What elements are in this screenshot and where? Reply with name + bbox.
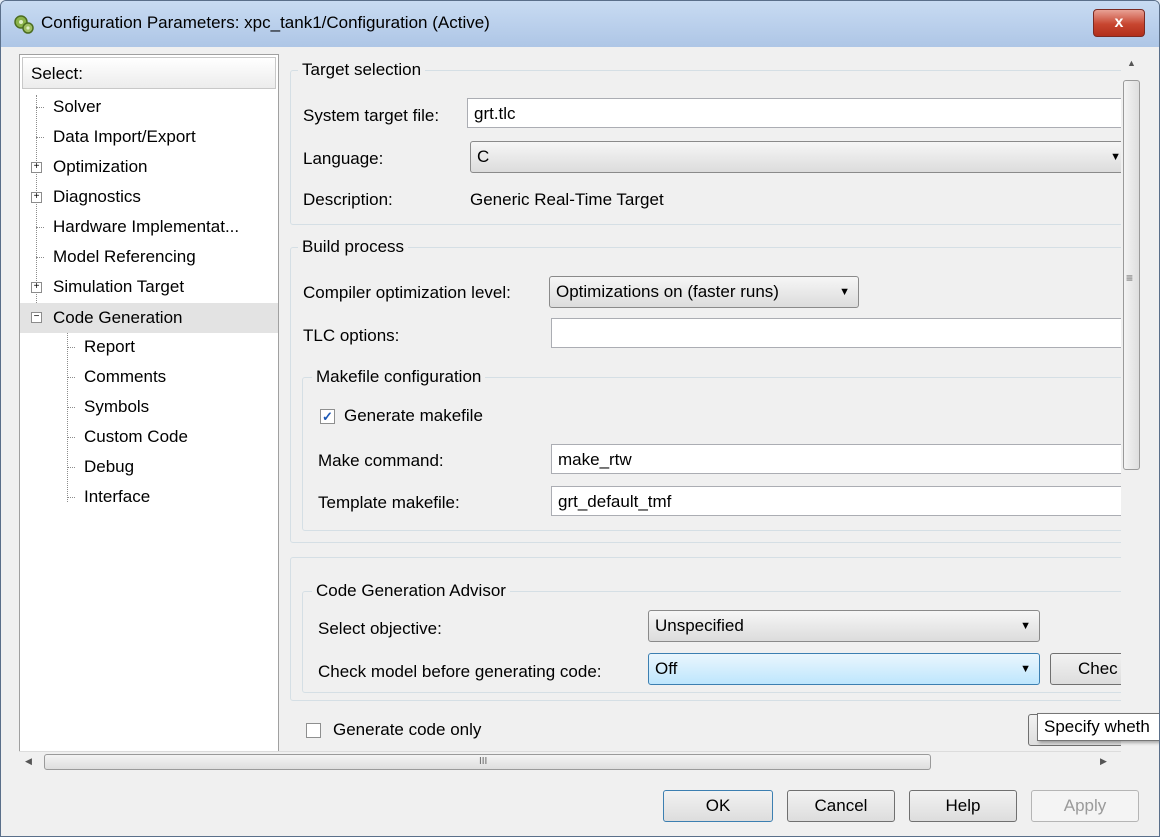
- tree-item-interface[interactable]: Interface: [84, 485, 150, 509]
- select-objective-value: Unspecified: [655, 616, 744, 635]
- target-selection-title: Target selection: [298, 60, 426, 80]
- generate-code-only-checkbox[interactable]: [306, 723, 321, 738]
- title-bar: Configuration Parameters: xpc_tank1/Conf…: [1, 1, 1159, 47]
- build-process-title: Build process: [298, 237, 409, 257]
- tree-item-model-referencing[interactable]: Model Referencing: [53, 245, 196, 269]
- tree-item-custom-code[interactable]: Custom Code: [84, 425, 188, 449]
- check-model-label: Check model before generating code:: [318, 662, 602, 681]
- tree-item-report[interactable]: Report: [84, 335, 135, 359]
- category-tree: Select: Solver Data Import/Export + Opti…: [19, 54, 279, 752]
- tree-connector: [67, 377, 75, 378]
- description-label: Description:: [303, 190, 393, 209]
- window-title: Configuration Parameters: xpc_tank1/Conf…: [41, 13, 490, 32]
- template-makefile-input[interactable]: grt_default_tmf: [551, 486, 1121, 516]
- horizontal-scrollbar[interactable]: ◀ III ▶: [19, 751, 1121, 772]
- language-dropdown[interactable]: C ▼: [470, 141, 1121, 173]
- tlc-options-input[interactable]: [551, 318, 1121, 348]
- tree-header: Select:: [22, 57, 276, 89]
- make-command-input[interactable]: make_rtw: [551, 444, 1121, 474]
- chevron-down-icon: ▼: [1110, 151, 1121, 163]
- tooltip: Specify wheth: [1037, 713, 1159, 741]
- cancel-button[interactable]: Cancel: [787, 790, 895, 822]
- tree-item-optimization[interactable]: Optimization: [53, 155, 147, 179]
- apply-button[interactable]: Apply: [1031, 790, 1139, 822]
- tree-item-data-import-export[interactable]: Data Import/Export: [53, 125, 196, 149]
- chevron-down-icon: ▼: [839, 286, 850, 298]
- generate-makefile-label: Generate makefile: [344, 406, 483, 425]
- vertical-scroll-thumb[interactable]: ≡: [1123, 80, 1140, 470]
- tree-connector: [36, 107, 44, 108]
- scroll-left-icon[interactable]: ◀: [25, 756, 32, 767]
- scroll-grip-icon: III: [479, 756, 488, 767]
- check-model-value: Off: [655, 659, 678, 678]
- compiler-optimization-label: Compiler optimization level:: [303, 283, 511, 302]
- description-value: Generic Real-Time Target: [470, 190, 664, 209]
- generate-code-only-label: Generate code only: [333, 720, 482, 739]
- make-command-label: Make command:: [318, 451, 444, 470]
- check-model-button[interactable]: Chec: [1050, 653, 1121, 685]
- language-value: C: [477, 147, 490, 166]
- tlc-options-label: TLC options:: [303, 326, 400, 345]
- tree-connector: [36, 227, 44, 228]
- system-target-file-input[interactable]: grt.tlc: [467, 98, 1121, 128]
- tree-item-diagnostics[interactable]: Diagnostics: [53, 185, 141, 209]
- tree-item-solver[interactable]: Solver: [53, 95, 101, 119]
- tree-item-hardware-implementation[interactable]: Hardware Implementat...: [53, 215, 239, 239]
- tree-connector: [67, 347, 75, 348]
- tree-item-symbols[interactable]: Symbols: [84, 395, 149, 419]
- tree-item-debug[interactable]: Debug: [84, 455, 134, 479]
- scroll-grip-icon: ≡: [1126, 271, 1134, 285]
- language-label: Language:: [303, 149, 384, 168]
- system-target-file-label: System target file:: [303, 106, 440, 125]
- dialog-window: Configuration Parameters: xpc_tank1/Conf…: [0, 0, 1160, 837]
- horizontal-scroll-thumb[interactable]: III: [44, 754, 931, 770]
- select-objective-dropdown[interactable]: Unspecified ▼: [648, 610, 1040, 642]
- check-model-dropdown[interactable]: Off ▼: [648, 653, 1040, 685]
- tree-connector: [67, 327, 68, 502]
- ok-button[interactable]: OK: [663, 790, 773, 822]
- vertical-scrollbar[interactable]: ▲ ≡: [1122, 54, 1141, 751]
- tree-item-comments[interactable]: Comments: [84, 365, 166, 389]
- scroll-up-icon[interactable]: ▲: [1127, 58, 1136, 68]
- collapse-icon[interactable]: −: [31, 312, 42, 323]
- settings-panel: Target selection System target file: grt…: [282, 54, 1121, 751]
- code-generation-advisor-title: Code Generation Advisor: [312, 581, 510, 601]
- tree-connector: [67, 407, 75, 408]
- tree-connector: [67, 437, 75, 438]
- help-button[interactable]: Help: [909, 790, 1017, 822]
- generate-makefile-checkbox[interactable]: ✓: [320, 409, 335, 424]
- chevron-down-icon: ▼: [1020, 620, 1031, 632]
- gears-icon: [14, 15, 34, 34]
- select-objective-label: Select objective:: [318, 619, 442, 638]
- expand-icon[interactable]: +: [31, 282, 42, 293]
- tree-connector: [36, 137, 44, 138]
- chevron-down-icon: ▼: [1020, 663, 1031, 675]
- compiler-optimization-value: Optimizations on (faster runs): [556, 282, 779, 301]
- scroll-right-icon[interactable]: ▶: [1100, 756, 1107, 767]
- tree-item-code-generation[interactable]: Code Generation: [53, 306, 182, 330]
- tree-connector: [36, 257, 44, 258]
- makefile-configuration-title: Makefile configuration: [312, 367, 486, 387]
- template-makefile-label: Template makefile:: [318, 493, 460, 512]
- tree-connector: [67, 497, 75, 498]
- tree-item-simulation-target[interactable]: Simulation Target: [53, 275, 184, 299]
- tree-connector: [67, 467, 75, 468]
- select-label: Select:: [31, 64, 83, 83]
- expand-icon[interactable]: +: [31, 192, 42, 203]
- compiler-optimization-dropdown[interactable]: Optimizations on (faster runs) ▼: [549, 276, 859, 308]
- expand-icon[interactable]: +: [31, 162, 42, 173]
- close-button[interactable]: x: [1093, 9, 1145, 37]
